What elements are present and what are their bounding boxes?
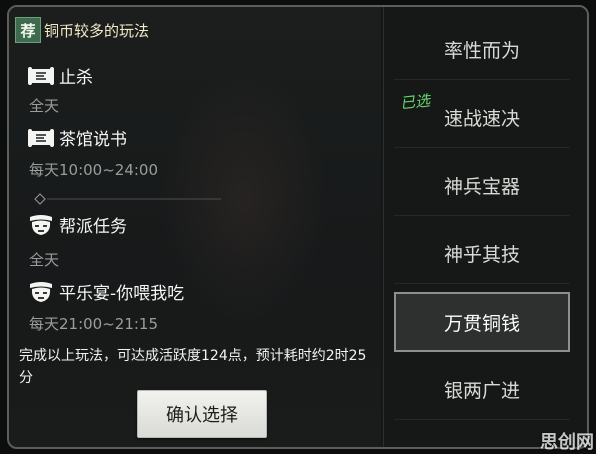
scroll-icon xyxy=(27,126,55,150)
activity-name: 帮派任务 xyxy=(59,217,127,237)
option-item[interactable]: 银两广进 xyxy=(394,359,570,420)
summary-text: 完成以上玩法，可达成活跃度124点，预计耗时约2时25分 xyxy=(19,348,367,386)
mask-icon xyxy=(27,280,55,304)
section-divider xyxy=(34,193,221,205)
activity-time: 全天 xyxy=(29,97,60,115)
panel-header: 荐 铜币较多的玩法 xyxy=(15,17,149,43)
mask-icon xyxy=(27,213,55,237)
option-item[interactable]: 率性而为 xyxy=(394,19,570,80)
activity-time: 全天 xyxy=(29,251,60,269)
activity-list-panel: 荐 铜币较多的玩法 止杀 全天 茶馆说书 每天10:00~24:00 帮派任务 … xyxy=(9,7,381,447)
scroll-icon xyxy=(27,64,55,88)
recommend-badge: 荐 xyxy=(15,17,41,43)
activity-name: 平乐宴-你喂我吃 xyxy=(59,284,185,304)
watermark: 思创网 xyxy=(540,432,594,453)
activity-name: 茶馆说书 xyxy=(59,130,127,150)
activity-item: 帮派任务 xyxy=(27,212,127,237)
activity-time: 每天10:00~24:00 xyxy=(29,161,159,179)
activity-item: 止杀 xyxy=(27,63,93,88)
option-item[interactable]: 神乎其技 xyxy=(394,223,570,284)
option-list: 率性而为 速战速决 已选 神兵宝器 神乎其技 万贯铜钱 银两广进 xyxy=(383,7,587,447)
option-item[interactable]: 神兵宝器 xyxy=(394,155,570,216)
choice-panel: 荐 铜币较多的玩法 止杀 全天 茶馆说书 每天10:00~24:00 帮派任务 … xyxy=(7,5,589,449)
option-item-selected[interactable]: 万贯铜钱 xyxy=(394,292,570,352)
activity-item: 平乐宴-你喂我吃 xyxy=(27,279,184,304)
panel-title: 铜币较多的玩法 xyxy=(44,21,150,40)
activity-item: 茶馆说书 xyxy=(27,125,127,150)
confirm-button[interactable]: 确认选择 xyxy=(137,390,267,438)
picked-tag: 已选 xyxy=(399,91,431,113)
activity-name: 止杀 xyxy=(59,68,93,88)
activity-time: 每天21:00~21:15 xyxy=(29,315,159,333)
